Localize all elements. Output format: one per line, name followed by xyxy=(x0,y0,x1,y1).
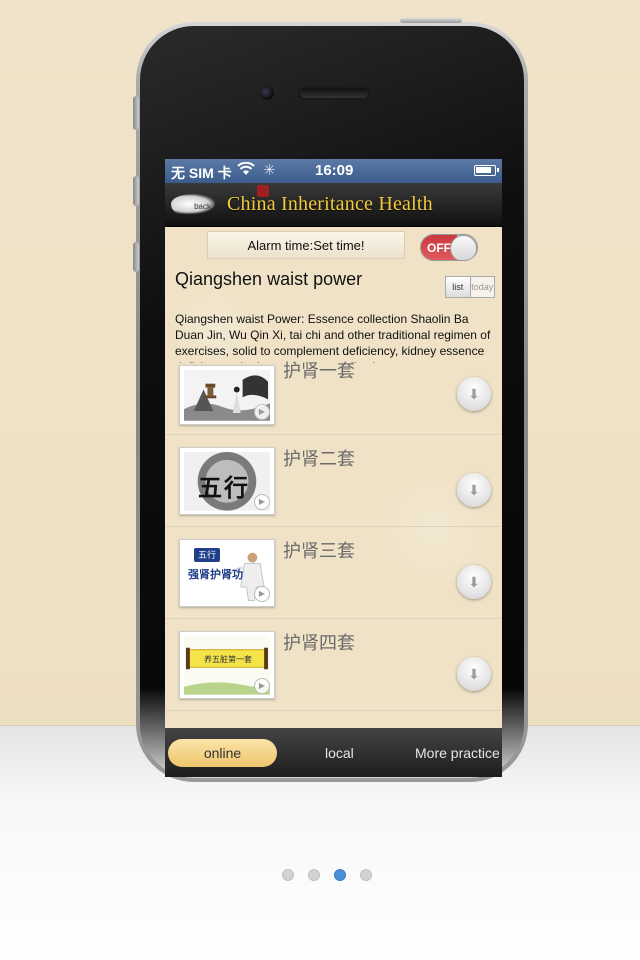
tab-online[interactable]: online xyxy=(168,739,277,767)
list-item[interactable]: 五行 强肾护肾功 ▶ 护肾三套 ⬇ xyxy=(165,527,502,619)
list-item[interactable]: 养五脏第一套 ▶ 护肾四套 ⬇ xyxy=(165,619,502,711)
battery-icon xyxy=(474,165,499,176)
download-icon[interactable]: ⬇ xyxy=(457,565,491,599)
download-icon[interactable]: ⬇ xyxy=(457,377,491,411)
alarm-time-button[interactable]: Alarm time:Set time! xyxy=(207,231,405,259)
video-thumbnail[interactable]: ▶ xyxy=(179,365,275,425)
wuxing-caption: 五行 xyxy=(198,473,250,502)
page-title: China Inheritance Health xyxy=(227,193,433,215)
wifi-icon xyxy=(237,161,255,179)
view-list-button[interactable]: list xyxy=(446,277,471,297)
play-icon: ▶ xyxy=(254,678,270,694)
carrier-label: 无 SIM 卡 xyxy=(171,165,232,181)
list-item[interactable]: 五行 ▶ 护肾二套 ⬇ xyxy=(165,435,502,527)
thumb-caption: 强肾护肾功 xyxy=(188,569,243,581)
item-title: 护肾二套 xyxy=(283,449,355,469)
page-dot[interactable] xyxy=(360,869,372,881)
video-thumbnail[interactable]: 五行 ▶ xyxy=(179,447,275,515)
page-indicator xyxy=(282,869,372,881)
item-title: 护肾一套 xyxy=(283,361,355,381)
play-icon: ▶ xyxy=(254,404,270,420)
item-title: 护肾三套 xyxy=(283,541,355,561)
play-icon: ▶ xyxy=(254,586,270,602)
scroll-text: 养五脏第一套 xyxy=(204,655,252,664)
front-camera xyxy=(258,84,276,102)
item-title: 护肾四套 xyxy=(283,633,355,653)
tab-local[interactable]: local xyxy=(325,745,354,761)
app-screen: 无 SIM 卡 ✳ 16:09 back China Inheritance H… xyxy=(165,159,502,777)
content-area: Alarm time:Set time! OFF Qiangshen waist… xyxy=(165,227,502,728)
earpiece-speaker xyxy=(298,86,370,100)
video-thumbnail[interactable]: 养五脏第一套 ▶ xyxy=(179,631,275,699)
page-dot-active[interactable] xyxy=(334,869,346,881)
thumb-badge: 五行 xyxy=(194,548,220,562)
view-today-button[interactable]: today xyxy=(471,277,495,297)
status-bar: 无 SIM 卡 ✳ 16:09 xyxy=(165,159,502,183)
exercise-list: ▶ 护肾一套 ⬇ 五行 ▶ 护肾二套 ⬇ 五行 强肾护肾功 ▶ 护肾三套 ⬇ 养… xyxy=(165,361,502,711)
back-button[interactable]: back xyxy=(171,194,215,214)
list-item[interactable]: ▶ 护肾一套 ⬇ xyxy=(165,361,502,435)
download-icon[interactable]: ⬇ xyxy=(457,657,491,691)
tab-bar: online local More practice xyxy=(165,728,502,777)
nav-bar: back China Inheritance Health xyxy=(165,183,502,227)
download-icon[interactable]: ⬇ xyxy=(457,473,491,507)
toggle-knob xyxy=(450,235,477,260)
video-thumbnail[interactable]: 五行 强肾护肾功 ▶ xyxy=(179,539,275,607)
mute-switch xyxy=(133,96,139,130)
alarm-toggle[interactable]: OFF xyxy=(420,234,478,261)
tab-more-practice[interactable]: More practice xyxy=(415,745,500,761)
activity-spinner-icon: ✳ xyxy=(263,162,276,179)
page-dot[interactable] xyxy=(282,869,294,881)
program-description: Qiangshen waist Power: Essence collectio… xyxy=(175,312,491,363)
power-button xyxy=(400,18,462,23)
page-dot[interactable] xyxy=(308,869,320,881)
volume-up-button xyxy=(133,176,139,206)
view-switch[interactable]: list today xyxy=(445,276,495,298)
program-title: Qiangshen waist power xyxy=(175,269,363,289)
back-label: back xyxy=(194,202,211,211)
status-time: 16:09 xyxy=(315,162,354,179)
volume-down-button xyxy=(133,242,139,272)
play-icon: ▶ xyxy=(254,494,270,510)
